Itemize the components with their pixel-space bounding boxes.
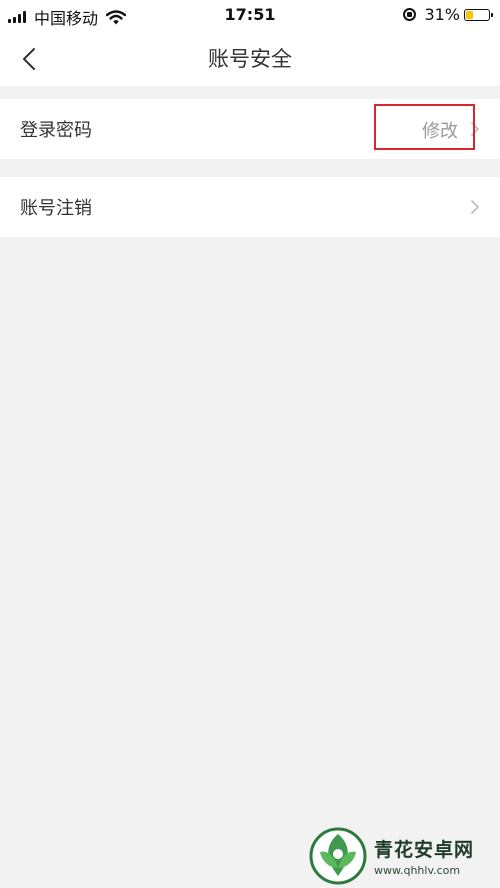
row-label: 账号注销	[20, 198, 92, 219]
highlight-annotation-box	[374, 104, 475, 150]
chevron-right-icon	[471, 200, 479, 214]
leaf-logo-icon	[309, 827, 367, 885]
watermark: 青花安卓网 www.qhhlv.com	[308, 824, 500, 888]
battery-percent: 31%	[424, 5, 460, 24]
watermark-text: 青花安卓网 www.qhhlv.com	[374, 835, 474, 877]
rotation-lock-icon	[403, 8, 417, 21]
settings-row-account-deletion[interactable]: 账号注销	[0, 177, 500, 237]
status-bar: 中国移动 17:51 31%	[0, 0, 500, 30]
watermark-url: www.qhhlv.com	[374, 864, 461, 877]
row-label: 登录密码	[20, 120, 92, 141]
page-title: 账号安全	[208, 47, 292, 71]
status-right: 31%	[403, 5, 493, 24]
nav-bar: 账号安全	[0, 30, 500, 86]
battery-icon	[464, 8, 493, 21]
battery-fill	[466, 10, 473, 19]
watermark-name: 青花安卓网	[374, 839, 475, 861]
